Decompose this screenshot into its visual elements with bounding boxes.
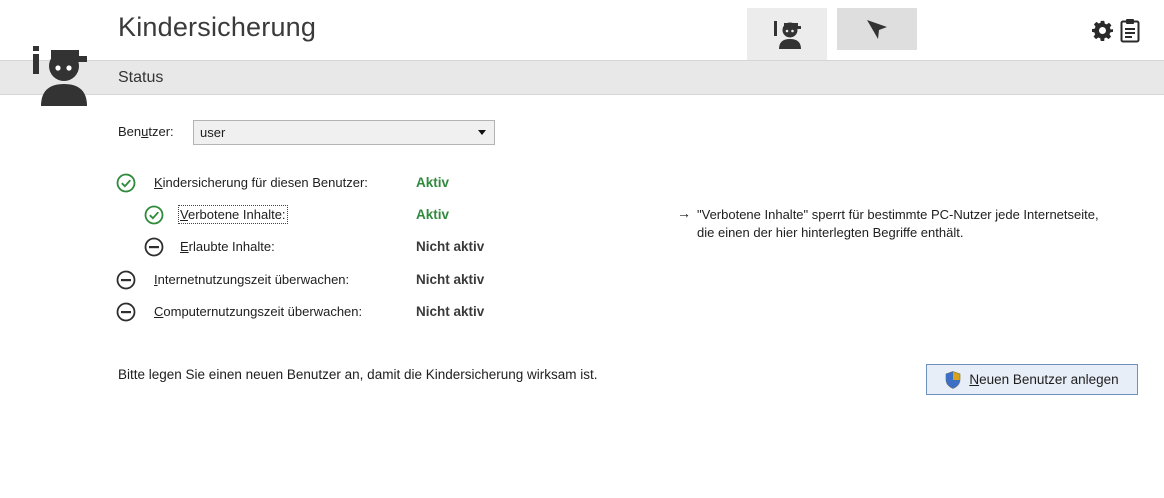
user-select[interactable]: user	[193, 120, 495, 145]
check-circle-icon	[116, 173, 136, 193]
status-label: Status	[118, 69, 164, 86]
tab-filter[interactable]	[837, 8, 917, 50]
check-circle-icon	[144, 205, 164, 225]
uac-shield-icon	[946, 370, 961, 389]
hint-arrow-icon: →	[677, 205, 691, 221]
row-label-kindersicherung[interactable]: Kindersicherung für diesen Benutzer:	[154, 175, 368, 190]
minus-circle-icon	[116, 302, 136, 322]
status-row-erlaubte-inhalte: Erlaubte Inhalte: Nicht aktiv	[144, 236, 516, 258]
info-text: Bitte legen Sie einen neuen Benutzer an,…	[118, 367, 598, 382]
status-row-kindersicherung: Kindersicherung für diesen Benutzer: Akt…	[116, 172, 516, 194]
row-label-internetnutzungszeit[interactable]: Internetnutzungszeit überwachen:	[154, 272, 349, 287]
row-label-computernutzungszeit[interactable]: Computernutzungszeit überwachen:	[154, 304, 362, 319]
row-value-kindersicherung: Aktiv	[416, 175, 450, 190]
row-label-erlaubte-inhalte[interactable]: Erlaubte Inhalte:	[180, 239, 275, 254]
minus-circle-icon	[116, 270, 136, 290]
minus-circle-icon	[144, 237, 164, 257]
clipboard-icon[interactable]	[1120, 18, 1140, 43]
new-user-button-label: Neuen Benutzer anlegen	[969, 372, 1119, 387]
parental-control-icon	[774, 20, 801, 49]
row-label-verbotene-inhalte[interactable]: Verbotene Inhalte:	[178, 205, 288, 224]
status-bar: Status	[0, 60, 1164, 95]
page-title: Kindersicherung	[118, 12, 317, 42]
row-value-computernutzungszeit: Nicht aktiv	[416, 304, 485, 319]
tab-parental-control[interactable]	[747, 8, 827, 61]
status-row-computernutzungszeit: Computernutzungszeit überwachen: Nicht a…	[116, 301, 516, 323]
user-select-value: user	[200, 125, 226, 140]
status-row-verbotene-inhalte: Verbotene Inhalte: Aktiv	[144, 204, 516, 226]
user-label: Benutzer:	[118, 124, 174, 139]
row-value-internetnutzungszeit: Nicht aktiv	[416, 272, 485, 287]
hint-text: "Verbotene Inhalte" sperrt für bestimmte…	[697, 207, 1099, 240]
status-row-internetnutzungszeit: Internetnutzungszeit überwachen: Nicht a…	[116, 269, 516, 291]
filter-funnel-icon	[867, 20, 887, 39]
row-value-erlaubte-inhalte: Nicht aktiv	[416, 239, 485, 254]
row-value-verbotene-inhalte: Aktiv	[416, 207, 450, 222]
gear-icon[interactable]	[1092, 20, 1113, 41]
new-user-button[interactable]: Neuen Benutzer anlegen	[926, 364, 1138, 395]
parental-control-module-icon	[33, 46, 87, 106]
dropdown-arrow-icon	[478, 130, 486, 135]
